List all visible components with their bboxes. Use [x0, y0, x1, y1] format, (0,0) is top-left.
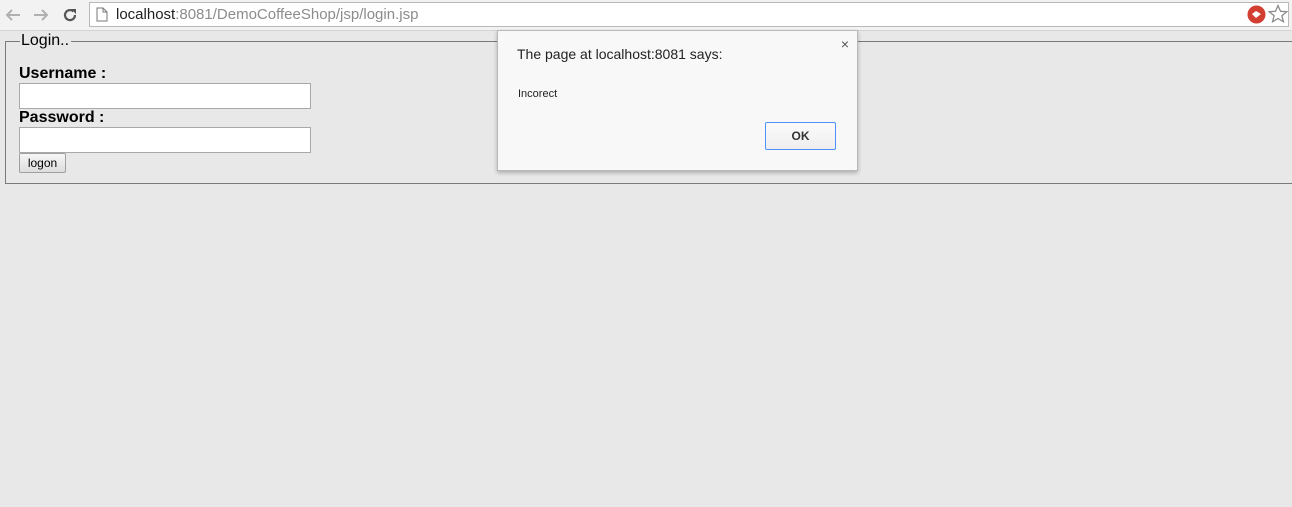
username-label: Username :	[19, 65, 107, 82]
ok-button[interactable]: OK	[765, 122, 836, 150]
dialog-message: Incorect	[518, 88, 558, 100]
forward-button[interactable]	[30, 4, 52, 26]
fieldset-legend: Login..	[20, 32, 72, 50]
url-text: localhost:8081/DemoCoffeeShop/jsp/login.…	[116, 6, 418, 24]
bookmark-star-icon[interactable]	[1268, 4, 1288, 24]
dialog-title: The page at localhost:8081 says:	[517, 46, 723, 62]
username-field[interactable]	[19, 83, 311, 109]
url-path: :8081/DemoCoffeeShop/jsp/login.jsp	[175, 6, 419, 23]
logon-button[interactable]: logon	[19, 153, 66, 173]
browser-toolbar: localhost:8081/DemoCoffeeShop/jsp/login.…	[0, 0, 1292, 31]
back-arrow-icon	[5, 9, 20, 21]
close-icon[interactable]: ×	[841, 37, 849, 51]
reload-button[interactable]	[59, 4, 81, 26]
reload-icon	[63, 8, 77, 22]
url-host: localhost	[116, 6, 176, 23]
forward-arrow-icon	[34, 9, 49, 21]
password-label: Password :	[19, 109, 105, 126]
address-bar[interactable]: localhost:8081/DemoCoffeeShop/jsp/login.…	[89, 2, 1289, 27]
page-icon	[96, 7, 108, 22]
password-field[interactable]	[19, 127, 311, 153]
extension-icon[interactable]	[1247, 5, 1266, 24]
back-button[interactable]	[2, 4, 24, 26]
alert-dialog: The page at localhost:8081 says: × Incor…	[497, 30, 858, 171]
